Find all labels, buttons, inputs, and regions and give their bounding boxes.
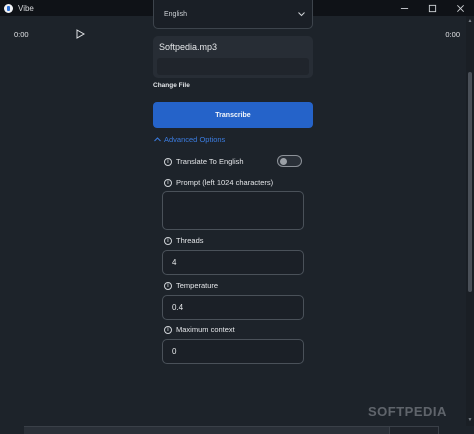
bottom-panel-tab xyxy=(389,426,439,434)
toggle-knob xyxy=(280,158,287,165)
play-icon[interactable] xyxy=(75,29,85,39)
info-icon[interactable]: i xyxy=(164,236,172,245)
info-icon[interactable]: i xyxy=(164,281,172,290)
threads-input[interactable]: 4 xyxy=(162,250,304,275)
window-title: Vibe xyxy=(18,3,34,13)
maximize-button[interactable] xyxy=(418,0,446,16)
advanced-options-toggle[interactable]: Advanced Options xyxy=(154,135,225,144)
minimize-icon xyxy=(400,7,408,9)
vertical-scrollbar[interactable]: ▲ ▼ xyxy=(466,16,474,426)
prompt-textarea[interactable] xyxy=(162,191,304,230)
transcribe-button[interactable]: Transcribe xyxy=(153,102,313,128)
maximize-icon xyxy=(428,4,436,12)
info-icon[interactable]: i xyxy=(164,178,172,187)
max-context-input[interactable]: 0 xyxy=(162,339,304,364)
threads-label: i Threads xyxy=(164,236,204,245)
info-icon[interactable]: i xyxy=(164,157,172,166)
minimize-button[interactable] xyxy=(390,0,418,16)
language-select-value: English xyxy=(164,10,187,18)
window-controls xyxy=(390,0,474,16)
translate-label: i Translate To English xyxy=(164,157,244,166)
close-icon xyxy=(456,4,464,12)
audio-player-bar xyxy=(157,58,309,75)
audio-player-card: Softpedia.mp3 xyxy=(153,36,313,78)
audio-file-name: Softpedia.mp3 xyxy=(159,42,218,52)
scroll-thumb[interactable] xyxy=(468,72,472,292)
chevron-down-icon xyxy=(298,12,305,17)
watermark: SOFTPEDIA xyxy=(368,404,447,419)
language-select[interactable]: English xyxy=(153,0,313,29)
advanced-options-label: Advanced Options xyxy=(164,135,226,144)
audio-duration: 0:00 xyxy=(445,30,460,39)
temperature-input[interactable]: 0.4 xyxy=(162,295,304,320)
translate-toggle[interactable] xyxy=(277,155,302,167)
scroll-down-icon[interactable]: ▼ xyxy=(467,417,473,423)
close-button[interactable] xyxy=(446,0,474,16)
bottom-panel xyxy=(24,426,439,434)
info-icon[interactable]: i xyxy=(164,325,172,334)
scroll-up-icon[interactable]: ▲ xyxy=(467,18,473,24)
chevron-up-icon xyxy=(154,137,161,142)
prompt-label: i Prompt (left 1024 characters) xyxy=(164,178,273,187)
app-logo-icon xyxy=(4,3,13,13)
audio-current-time: 0:00 xyxy=(14,30,29,39)
temperature-label: i Temperature xyxy=(164,281,218,290)
change-file-link[interactable]: Change File xyxy=(153,82,190,89)
max-context-label: i Maximum context xyxy=(164,325,235,334)
